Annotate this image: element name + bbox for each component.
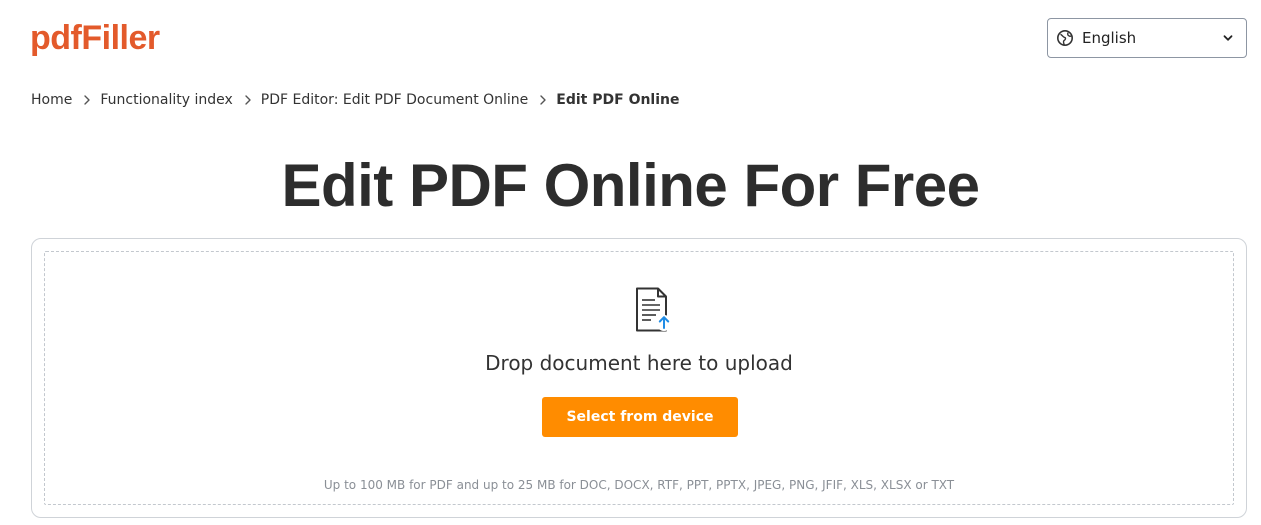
- upload-card: Drop document here to upload Select from…: [31, 238, 1247, 518]
- file-limits-note: Up to 100 MB for PDF and up to 25 MB for…: [323, 478, 955, 492]
- chevron-right-icon: [241, 93, 255, 107]
- page: pdfFiller English Home Functionality ind…: [0, 0, 1261, 525]
- chevron-down-icon: [1222, 32, 1234, 44]
- breadcrumb: Home Functionality index PDF Editor: Edi…: [31, 90, 680, 110]
- document-upload-icon: [635, 287, 673, 333]
- breadcrumb-pdf-editor[interactable]: PDF Editor: Edit PDF Document Online: [261, 92, 529, 108]
- page-title: Edit PDF Online For Free: [281, 152, 980, 219]
- language-select[interactable]: English: [1047, 18, 1247, 58]
- select-from-device-button[interactable]: Select from device: [542, 397, 738, 437]
- language-label: English: [1082, 29, 1137, 47]
- chevron-right-icon: [80, 93, 94, 107]
- breadcrumb-functionality-index[interactable]: Functionality index: [100, 92, 232, 108]
- breadcrumb-home[interactable]: Home: [31, 92, 72, 108]
- drop-zone[interactable]: Drop document here to upload Select from…: [44, 251, 1234, 505]
- globe-icon: [1056, 29, 1074, 47]
- brand-logo[interactable]: pdfFiller: [30, 16, 160, 60]
- chevron-right-icon: [536, 93, 550, 107]
- drop-instruction: Drop document here to upload: [485, 351, 793, 375]
- breadcrumb-current: Edit PDF Online: [556, 92, 680, 108]
